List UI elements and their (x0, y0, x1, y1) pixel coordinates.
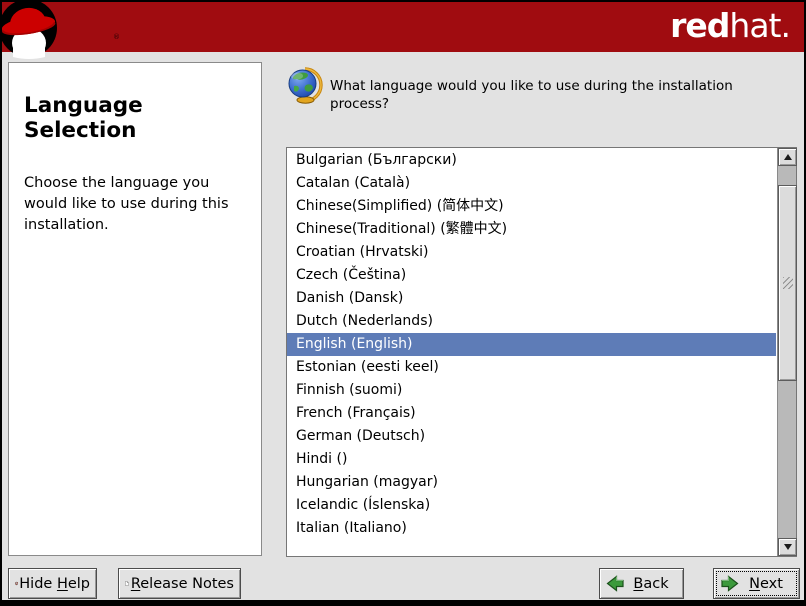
language-list-item[interactable]: Bulgarian (Български) (287, 149, 776, 172)
page-title: Language Selection (24, 93, 247, 143)
language-list-item[interactable]: Icelandic (Íslenska) (287, 494, 776, 517)
language-list-item[interactable]: Hungarian (magyar) (287, 471, 776, 494)
help-panel: Language Selection Choose the language y… (8, 62, 262, 556)
back-arrow-icon (606, 575, 625, 592)
next-label: Next (739, 576, 793, 592)
hide-help-button[interactable]: Hide Help (8, 568, 97, 599)
hide-help-label: Hide Help (19, 576, 90, 592)
language-list-item[interactable]: Czech (Čeština) (287, 264, 776, 287)
back-button[interactable]: Back (599, 568, 684, 599)
language-list-item[interactable]: Catalan (Català) (287, 172, 776, 195)
document-icon (125, 573, 129, 594)
help-text: Choose the language you would like to us… (24, 173, 247, 236)
language-list-item[interactable]: Hindi () (287, 448, 776, 471)
language-list-item[interactable]: English (English) (287, 333, 776, 356)
registered-trademark: ® (113, 33, 120, 41)
language-list: Bulgarian (Български)Catalan (Català)Chi… (286, 147, 797, 557)
language-list-rows[interactable]: Bulgarian (Български)Catalan (Català)Chi… (287, 149, 776, 556)
triangle-down-icon (784, 544, 792, 550)
installer-content: redhat. ® Language Selection Choose the … (2, 2, 804, 600)
scroll-down-button[interactable] (778, 538, 797, 556)
scrollbar-thumb[interactable] (778, 185, 797, 381)
lifebuoy-icon (15, 573, 18, 594)
next-arrow-icon (720, 575, 739, 592)
language-list-item[interactable]: Italian (Italiano) (287, 517, 776, 540)
next-button[interactable]: Next (713, 568, 800, 599)
redhat-shadowman-icon (2, 2, 61, 61)
language-list-item[interactable]: Finnish (suomi) (287, 379, 776, 402)
vertical-scrollbar[interactable] (777, 148, 796, 556)
language-list-item[interactable]: Danish (Dansk) (287, 287, 776, 310)
language-list-item[interactable]: Chinese(Simplified) (简体中文) (287, 195, 776, 218)
back-label: Back (625, 576, 677, 592)
language-list-item[interactable]: Dutch (Nederlands) (287, 310, 776, 333)
scroll-up-button[interactable] (778, 148, 797, 166)
question-text: What language would you like to use duri… (330, 78, 745, 113)
header-banner: redhat. (2, 2, 804, 52)
language-list-item[interactable]: French (Français) (287, 402, 776, 425)
installer-window: redhat. ® Language Selection Choose the … (0, 0, 806, 606)
release-notes-label: Release Notes (131, 576, 234, 592)
language-list-item[interactable]: Croatian (Hrvatski) (287, 241, 776, 264)
globe-icon (286, 67, 323, 104)
brand-bold: red (670, 6, 729, 45)
language-list-item[interactable]: Chinese(Traditional) (繁體中文) (287, 218, 776, 241)
triangle-up-icon (784, 154, 792, 160)
redhat-wordmark: redhat. (670, 6, 790, 45)
language-list-item[interactable]: German (Deutsch) (287, 425, 776, 448)
brand-light: hat. (729, 6, 790, 45)
release-notes-button[interactable]: Release Notes (118, 568, 241, 599)
language-list-item[interactable]: Estonian (eesti keel) (287, 356, 776, 379)
